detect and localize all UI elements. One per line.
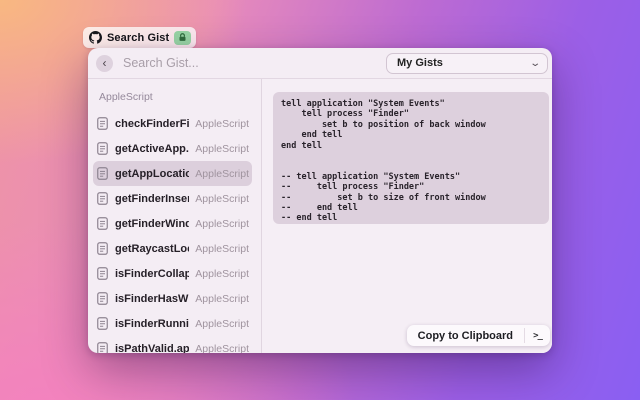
github-icon bbox=[89, 31, 102, 44]
document-icon bbox=[97, 267, 108, 280]
list-item-title: getActiveApp.apple... bbox=[115, 142, 189, 155]
list-item-badge: AppleScript bbox=[195, 292, 249, 305]
list-item[interactable]: isFinderHasWindow... AppleScript bbox=[93, 286, 252, 311]
document-icon bbox=[97, 317, 108, 330]
list-item-badge: AppleScript bbox=[195, 342, 249, 354]
list-item[interactable]: getAppLocation.ap... AppleScript bbox=[93, 161, 252, 186]
document-icon bbox=[97, 242, 108, 255]
copy-to-clipboard-button[interactable]: Copy to Clipboard bbox=[407, 325, 524, 346]
code-preview: tell application "System Events" tell pr… bbox=[273, 92, 549, 224]
lock-badge bbox=[174, 30, 192, 45]
gist-filter-dropdown[interactable]: My Gists ⌄ bbox=[386, 52, 548, 74]
lock-icon bbox=[179, 33, 186, 41]
list-item[interactable]: checkFinderFileExi... AppleScript bbox=[93, 111, 252, 136]
terminal-prompt-icon[interactable]: >_ bbox=[525, 325, 550, 346]
list-item-title: isFinderCollapsed.a... bbox=[115, 267, 189, 280]
dropdown-value: My Gists bbox=[397, 57, 443, 69]
search-input[interactable] bbox=[113, 56, 386, 70]
list-item-title: getAppLocation.ap... bbox=[115, 167, 189, 180]
gist-detail-pane: tell application "System Events" tell pr… bbox=[262, 79, 552, 353]
document-icon bbox=[97, 167, 108, 180]
list-item-badge: AppleScript bbox=[195, 217, 249, 230]
gist-list-rows: checkFinderFileExi... AppleScript getAct… bbox=[88, 111, 261, 353]
list-section-label: AppleScript bbox=[99, 91, 153, 103]
list-item-badge: AppleScript bbox=[195, 192, 249, 205]
document-icon bbox=[97, 117, 108, 130]
list-item[interactable]: getFinderWindowP... AppleScript bbox=[93, 211, 252, 236]
window-body: AppleScript checkFinderFileExi... AppleS… bbox=[88, 79, 552, 353]
list-item-title: getRaycastLocatio... bbox=[115, 242, 189, 255]
action-bar: Copy to Clipboard >_ bbox=[406, 325, 550, 346]
list-item-badge: AppleScript bbox=[195, 167, 249, 180]
list-item-title: isFinderRunning.ap... bbox=[115, 317, 189, 330]
list-item-title: isFinderHasWindow... bbox=[115, 292, 189, 305]
document-icon bbox=[97, 217, 108, 230]
list-item[interactable]: getActiveApp.apple... AppleScript bbox=[93, 136, 252, 161]
list-item-badge: AppleScript bbox=[195, 242, 249, 255]
launcher-tag-label: Search Gist bbox=[107, 31, 170, 44]
list-item-badge: AppleScript bbox=[195, 142, 249, 155]
list-item-badge: AppleScript bbox=[195, 317, 249, 330]
document-icon bbox=[97, 142, 108, 155]
list-item-title: isPathValid.applesc... bbox=[115, 342, 190, 354]
back-button[interactable]: ‹ bbox=[96, 54, 113, 72]
launcher-tag[interactable]: Search Gist bbox=[83, 27, 197, 48]
list-item-badge: AppleScript bbox=[195, 267, 249, 280]
list-item[interactable]: isFinderCollapsed.a... AppleScript bbox=[93, 261, 252, 286]
document-icon bbox=[97, 292, 108, 305]
list-item-badge: AppleScript bbox=[195, 117, 249, 130]
list-item[interactable]: getFinderInsertion... AppleScript bbox=[93, 186, 252, 211]
document-icon bbox=[97, 342, 108, 353]
list-item[interactable]: isPathValid.applesc... AppleScript bbox=[93, 336, 252, 353]
gist-list: AppleScript checkFinderFileExi... AppleS… bbox=[88, 79, 262, 353]
list-item-title: getFinderWindowP... bbox=[115, 217, 189, 230]
list-item[interactable]: getRaycastLocatio... AppleScript bbox=[93, 236, 252, 261]
list-item[interactable]: isFinderRunning.ap... AppleScript bbox=[93, 311, 252, 336]
list-item-title: getFinderInsertion... bbox=[115, 192, 189, 205]
list-item-title: checkFinderFileExi... bbox=[115, 117, 190, 130]
gist-window: ‹ My Gists ⌄ AppleScript checkFinderFile… bbox=[88, 48, 552, 353]
window-header: ‹ My Gists ⌄ bbox=[88, 48, 552, 79]
document-icon bbox=[97, 192, 108, 205]
chevron-down-icon: ⌄ bbox=[528, 57, 541, 69]
